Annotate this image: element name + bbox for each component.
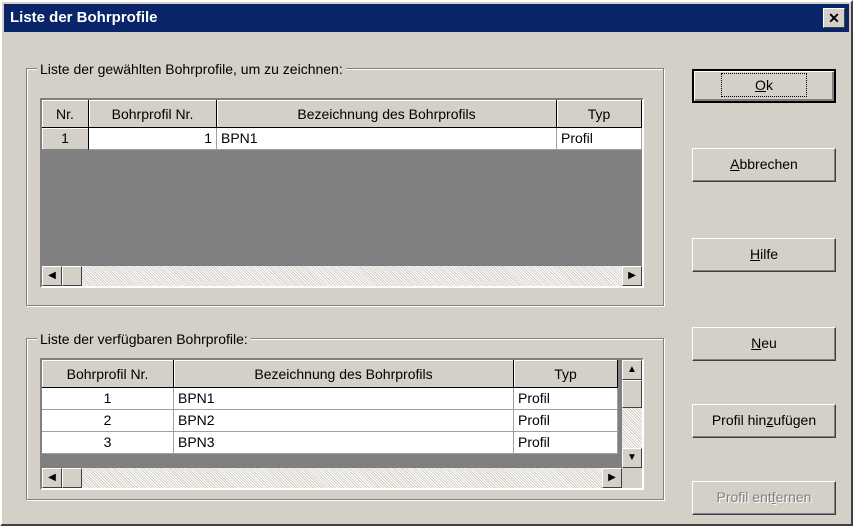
new-button[interactable]: Neu [692, 327, 836, 361]
scroll-thumb[interactable] [62, 266, 82, 286]
column-header-bohrprofil-nr[interactable]: Bohrprofil Nr. [89, 100, 217, 128]
arrow-down-icon: ▼ [627, 452, 637, 463]
available-profiles-legend: Liste der verfügbaren Bohrprofile: [37, 330, 251, 348]
arrow-left-icon: ◀ [48, 472, 56, 483]
horizontal-scrollbar[interactable]: ◀ ▶ [42, 468, 622, 488]
ok-button-label: Ok [721, 73, 807, 97]
typ-cell[interactable]: Profil [514, 432, 618, 454]
available-profiles-grid[interactable]: Bohrprofil Nr. Bezeichnung des Bohrprofi… [40, 358, 644, 490]
arrow-left-icon: ◀ [48, 270, 56, 281]
scroll-up-button[interactable]: ▲ [622, 360, 642, 380]
bezeichnung-cell[interactable]: BPN1 [174, 388, 514, 410]
scroll-thumb[interactable] [622, 380, 642, 408]
bezeichnung-cell[interactable]: BPN3 [174, 432, 514, 454]
column-header-nr[interactable]: Nr. [42, 100, 89, 128]
typ-cell[interactable]: Profil [557, 128, 642, 150]
column-header-typ[interactable]: Typ [557, 100, 642, 128]
scroll-left-button[interactable]: ◀ [42, 468, 62, 488]
typ-cell[interactable]: Profil [514, 388, 618, 410]
scroll-corner [622, 468, 642, 488]
title-bar: Liste der Bohrprofile ✕ [4, 4, 849, 32]
help-button[interactable]: Hilfe [692, 238, 836, 272]
profil-nr-cell[interactable]: 2 [42, 410, 174, 432]
selected-profiles-grid[interactable]: Nr. Bohrprofil Nr. Bezeichnung des Bohrp… [40, 98, 644, 288]
column-header-bezeichnung[interactable]: Bezeichnung des Bohrprofils [174, 360, 514, 388]
scroll-right-button[interactable]: ▶ [622, 266, 642, 286]
add-profile-button[interactable]: Profil hinzufügen [692, 404, 836, 438]
profil-nr-cell[interactable]: 1 [89, 128, 217, 150]
dialog-window: Liste der Bohrprofile ✕ Liste der gewähl… [0, 0, 853, 526]
arrow-up-icon: ▲ [627, 364, 637, 375]
profil-nr-cell[interactable]: 3 [42, 432, 174, 454]
window-title: Liste der Bohrprofile [10, 9, 158, 26]
column-header-typ[interactable]: Typ [514, 360, 618, 388]
bezeichnung-cell[interactable]: BPN2 [174, 410, 514, 432]
arrow-right-icon: ▶ [608, 472, 616, 483]
arrow-right-icon: ▶ [628, 270, 636, 281]
scroll-down-button[interactable]: ▼ [622, 448, 642, 468]
selected-profiles-legend: Liste der gewählten Bohrprofile, um zu z… [37, 60, 346, 78]
remove-profile-button: Profil entfernen [692, 481, 836, 515]
ok-button[interactable]: Ok [692, 69, 836, 103]
scroll-thumb[interactable] [62, 468, 82, 488]
close-button[interactable]: ✕ [823, 8, 845, 28]
horizontal-scrollbar[interactable]: ◀ ▶ [42, 266, 642, 286]
row-number-cell[interactable]: 1 [42, 128, 89, 150]
profil-nr-cell[interactable]: 1 [42, 388, 174, 410]
scroll-right-button[interactable]: ▶ [602, 468, 622, 488]
scroll-left-button[interactable]: ◀ [42, 266, 62, 286]
typ-cell[interactable]: Profil [514, 410, 618, 432]
column-header-bezeichnung[interactable]: Bezeichnung des Bohrprofils [217, 100, 557, 128]
cancel-button[interactable]: Abbrechen [692, 148, 836, 182]
vertical-scrollbar[interactable]: ▲ ▼ [622, 360, 642, 468]
close-icon: ✕ [828, 10, 840, 26]
column-header-bohrprofil-nr[interactable]: Bohrprofil Nr. [42, 360, 174, 388]
bezeichnung-cell[interactable]: BPN1 [217, 128, 557, 150]
